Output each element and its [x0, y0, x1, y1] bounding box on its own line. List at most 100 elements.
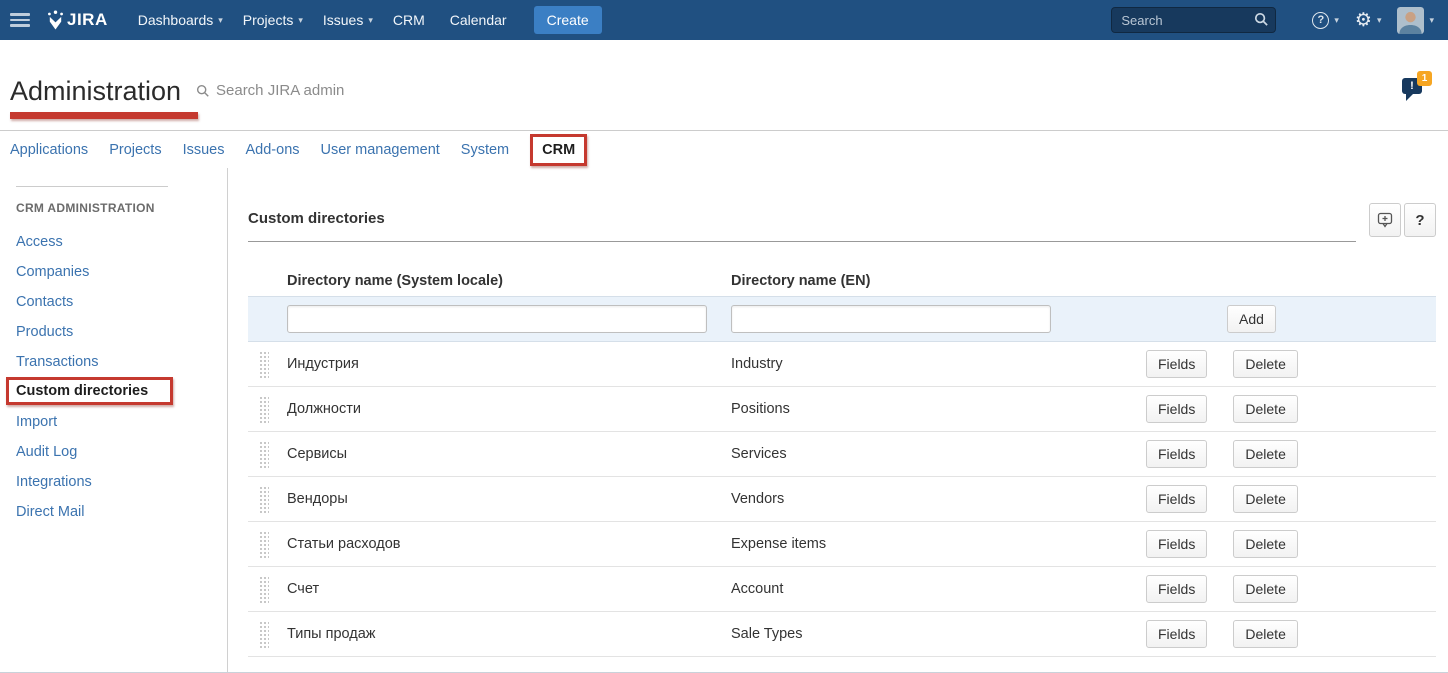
admin-tab[interactable]: Add-ons: [246, 142, 300, 158]
jira-logo-text: JIRA: [67, 10, 108, 30]
fields-button[interactable]: Fields: [1146, 440, 1207, 468]
sidebar-item[interactable]: Import: [16, 407, 227, 437]
sidebar-item[interactable]: Transactions: [16, 347, 227, 377]
admin-tab-label: Projects: [109, 142, 161, 158]
sidebar-separator: [16, 186, 168, 187]
navbar-menu-item[interactable]: Projects ▾: [233, 0, 313, 40]
table-header-row: Directory name (System locale) Directory…: [248, 266, 1436, 296]
fields-button[interactable]: Fields: [1146, 530, 1207, 558]
admin-tab-bar: Applications Projects Issues Add-ons Use…: [0, 131, 1448, 168]
fields-button[interactable]: Fields: [1146, 575, 1207, 603]
content-area: CRM ADMINISTRATION Access Companies Cont…: [0, 168, 1448, 672]
admin-tab-label: Add-ons: [246, 142, 300, 158]
sidebar-item-label: Import: [16, 414, 57, 430]
delete-button[interactable]: Delete: [1233, 440, 1297, 468]
drag-handle-icon[interactable]: [259, 396, 269, 423]
directory-name-locale: Статьи расходов: [287, 536, 731, 552]
navbar-menu-item[interactable]: Issues ▾: [313, 0, 383, 40]
hamburger-menu-icon[interactable]: [10, 13, 30, 27]
chevron-down-icon: ▾: [368, 15, 373, 26]
jira-logo-icon: [46, 10, 65, 31]
feedback-bubble-plus-icon: [1377, 212, 1393, 229]
directory-row: Статьи расходов Expense items Fields Del…: [248, 522, 1436, 567]
admin-tab[interactable]: Applications: [10, 142, 88, 158]
admin-tab[interactable]: Issues: [183, 142, 225, 158]
search-icon[interactable]: [1254, 12, 1269, 27]
delete-button[interactable]: Delete: [1233, 575, 1297, 603]
new-directory-locale-input[interactable]: [287, 305, 707, 333]
directory-row: Должности Positions Fields Delete: [248, 387, 1436, 432]
drag-handle-icon[interactable]: [259, 531, 269, 558]
sidebar-item[interactable]: Integrations: [16, 467, 227, 497]
annotation-red-underline: [10, 112, 198, 119]
admin-tab[interactable]: User management: [321, 142, 440, 158]
drag-handle-icon[interactable]: [259, 441, 269, 468]
navbar-search: [1111, 7, 1276, 33]
navbar-menu-item-label: Dashboards: [138, 12, 214, 28]
column-header-locale: Directory name (System locale): [287, 273, 731, 289]
fields-button[interactable]: Fields: [1146, 350, 1207, 378]
admin-tab[interactable]: System: [461, 142, 509, 158]
sidebar-heading: CRM ADMINISTRATION: [16, 201, 227, 215]
navbar-menu-item[interactable]: Dashboards ▾: [128, 0, 233, 40]
drag-handle-icon[interactable]: [259, 486, 269, 513]
sidebar-item[interactable]: Contacts: [16, 287, 227, 317]
fields-button[interactable]: Fields: [1146, 395, 1207, 423]
panel-title: Custom directories: [248, 210, 385, 227]
directory-row: Вендоры Vendors Fields Delete: [248, 477, 1436, 522]
notification-badge: 1: [1417, 71, 1432, 86]
directory-name-en: Sale Types: [731, 626, 1146, 642]
directory-name-en: Industry: [731, 356, 1146, 372]
add-directory-row: Add: [248, 296, 1436, 342]
admin-search: [196, 82, 436, 99]
navbar-search-input[interactable]: [1111, 7, 1276, 33]
sidebar-item[interactable]: Products: [16, 317, 227, 347]
drag-handle-icon[interactable]: [259, 576, 269, 603]
admin-settings-menu[interactable]: ⚙ ▾: [1355, 11, 1382, 30]
help-menu[interactable]: ? ▾: [1312, 12, 1339, 29]
delete-button[interactable]: Delete: [1233, 395, 1297, 423]
delete-button[interactable]: Delete: [1233, 350, 1297, 378]
add-button[interactable]: Add: [1227, 305, 1276, 333]
new-directory-en-input[interactable]: [731, 305, 1051, 333]
directories-table-body: Индустрия Industry Fields Delete Должнос…: [248, 342, 1436, 657]
admin-tab[interactable]: Projects: [109, 142, 161, 158]
create-button[interactable]: Create: [534, 6, 602, 34]
sidebar-item[interactable]: Companies: [16, 257, 227, 287]
admin-tab-label: User management: [321, 142, 440, 158]
chevron-down-icon: ▾: [1334, 15, 1339, 26]
directory-name-locale: Сервисы: [287, 446, 731, 462]
panel-header: Custom directories ?: [248, 210, 1436, 242]
notifications-button[interactable]: ! 1: [1402, 78, 1426, 100]
admin-tab-label: CRM: [542, 142, 575, 158]
chevron-down-icon: ▾: [1429, 15, 1434, 26]
delete-button[interactable]: Delete: [1233, 485, 1297, 513]
user-profile-menu[interactable]: ▾: [1397, 7, 1434, 34]
directory-name-en: Vendors: [731, 491, 1146, 507]
sidebar-list: Access Companies Contacts Products: [16, 227, 227, 527]
navbar-menu-item[interactable]: Calendar: [440, 0, 522, 40]
navbar-menu-item[interactable]: CRM: [383, 0, 440, 40]
sidebar-item[interactable]: Direct Mail: [16, 497, 227, 527]
sidebar-item[interactable]: Audit Log: [16, 437, 227, 467]
directory-row: Счет Account Fields Delete: [248, 567, 1436, 612]
directory-name-locale: Типы продаж: [287, 626, 731, 642]
sidebar-item-label: Contacts: [16, 294, 73, 310]
column-header-en: Directory name (EN): [731, 273, 1146, 289]
feedback-button[interactable]: [1369, 203, 1401, 237]
delete-button[interactable]: Delete: [1233, 620, 1297, 648]
drag-handle-icon[interactable]: [259, 351, 269, 378]
fields-button[interactable]: Fields: [1146, 485, 1207, 513]
admin-tab[interactable]: CRM: [530, 134, 587, 166]
help-button[interactable]: ?: [1404, 203, 1436, 237]
sidebar-item[interactable]: Custom directories: [16, 377, 227, 407]
admin-search-input[interactable]: [216, 82, 436, 99]
fields-button[interactable]: Fields: [1146, 620, 1207, 648]
directory-row: Типы продаж Sale Types Fields Delete: [248, 612, 1436, 657]
jira-logo[interactable]: JIRA: [46, 10, 108, 31]
sidebar-item-label: Products: [16, 324, 73, 340]
delete-button[interactable]: Delete: [1233, 530, 1297, 558]
sidebar-item[interactable]: Access: [16, 227, 227, 257]
drag-handle-icon[interactable]: [259, 621, 269, 648]
navbar-menu-item-label: Calendar: [450, 12, 507, 28]
